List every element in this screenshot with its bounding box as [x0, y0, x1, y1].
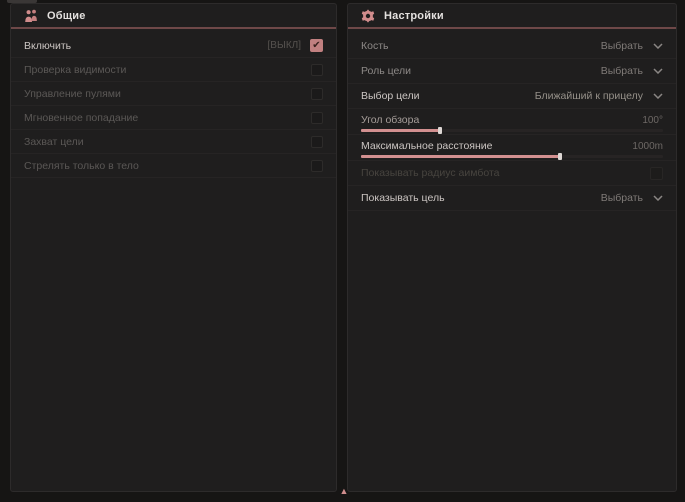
target-role-dropdown[interactable]: Выбрать: [601, 65, 663, 77]
target-selection-dropdown[interactable]: Ближайший к прицелу: [535, 90, 663, 102]
slider-value: 100°: [642, 115, 663, 126]
checkbox-show-aimbot-radius[interactable]: [650, 167, 663, 180]
slider-fill: [361, 129, 440, 132]
checkbox-enable[interactable]: ✔: [310, 39, 323, 52]
gear-icon: [361, 9, 375, 23]
setting-label: Угол обзора: [361, 114, 419, 126]
option-label: Проверка видимости: [24, 64, 126, 76]
setting-row-fov: Угол обзора 100°: [348, 109, 676, 135]
checkbox-target-lock[interactable]: [311, 136, 323, 148]
option-row-body-only[interactable]: Стрелять только в тело: [11, 154, 336, 178]
setting-row-bone: Кость Выбрать: [348, 34, 676, 59]
fov-slider[interactable]: [361, 129, 663, 132]
panel-title: Настройки: [384, 10, 444, 22]
dropdown-value: Выбрать: [601, 192, 643, 204]
setting-row-max-distance: Максимальное расстояние 1000m: [348, 135, 676, 161]
panel-title: Общие: [47, 10, 86, 22]
general-rows: Включить [ВЫКЛ] ✔ Проверка видимости Упр…: [11, 29, 336, 178]
setting-row-target-selection: Выбор цели Ближайший к прицелу: [348, 84, 676, 109]
panel-general-header[interactable]: Общие: [11, 4, 336, 29]
option-row-bullet-control[interactable]: Управление пулями: [11, 82, 336, 106]
option-label: Управление пулями: [24, 88, 121, 100]
setting-label: Максимальное расстояние: [361, 140, 492, 152]
option-label: Мгновенное попадание: [24, 112, 138, 124]
setting-row-show-target: Показывать цель Выбрать: [348, 186, 676, 211]
panel-general: Общие Включить [ВЫКЛ] ✔ Проверка видимос…: [10, 3, 337, 492]
setting-label: Роль цели: [361, 65, 411, 77]
option-row-visibility-check[interactable]: Проверка видимости: [11, 58, 336, 82]
slider-fill: [361, 155, 560, 158]
option-label: Захват цели: [24, 136, 84, 148]
overlay-background: Общие Включить [ВЫКЛ] ✔ Проверка видимос…: [0, 0, 685, 502]
setting-label: Показывать цель: [361, 192, 445, 204]
settings-rows: Кость Выбрать Роль цели Выбрать: [348, 29, 676, 211]
setting-label: Показывать радиус аимбота: [361, 167, 500, 179]
setting-row-show-aimbot-radius[interactable]: Показывать радиус аимбота: [348, 161, 676, 186]
option-label: Стрелять только в тело: [24, 160, 139, 172]
dropdown-value: Выбрать: [601, 65, 643, 77]
max-distance-slider[interactable]: [361, 155, 663, 158]
slider-value: 1000m: [632, 141, 663, 152]
dropdown-value: Ближайший к прицелу: [535, 90, 643, 102]
option-row-instant-hit[interactable]: Мгновенное попадание: [11, 106, 336, 130]
setting-label: Кость: [361, 40, 389, 52]
people-icon: [24, 9, 38, 22]
chevron-down-icon: [653, 68, 663, 74]
checkbox-bullet-control[interactable]: [311, 88, 323, 100]
dropdown-value: Выбрать: [601, 40, 643, 52]
panel-settings-header[interactable]: Настройки: [348, 4, 676, 29]
panel-settings: Настройки Кость Выбрать Роль цели Выбрат…: [347, 3, 677, 492]
option-row-enable[interactable]: Включить [ВЫКЛ] ✔: [11, 34, 336, 58]
slider-thumb[interactable]: [558, 153, 562, 160]
checkbox-visibility-check[interactable]: [311, 64, 323, 76]
option-row-target-lock[interactable]: Захват цели: [11, 130, 336, 154]
slider-thumb[interactable]: [438, 127, 442, 134]
setting-row-target-role: Роль цели Выбрать: [348, 59, 676, 84]
chevron-down-icon: [653, 43, 663, 49]
bone-dropdown[interactable]: Выбрать: [601, 40, 663, 52]
checkbox-instant-hit[interactable]: [311, 112, 323, 124]
option-label: Включить: [24, 40, 71, 52]
scroll-up-arrow[interactable]: ▲: [336, 485, 352, 497]
setting-label: Выбор цели: [361, 90, 420, 102]
checkbox-body-only[interactable]: [311, 160, 323, 172]
chevron-down-icon: [653, 195, 663, 201]
chevron-down-icon: [653, 93, 663, 99]
show-target-dropdown[interactable]: Выбрать: [601, 192, 663, 204]
hotkey-badge: [ВЫКЛ]: [268, 40, 301, 51]
